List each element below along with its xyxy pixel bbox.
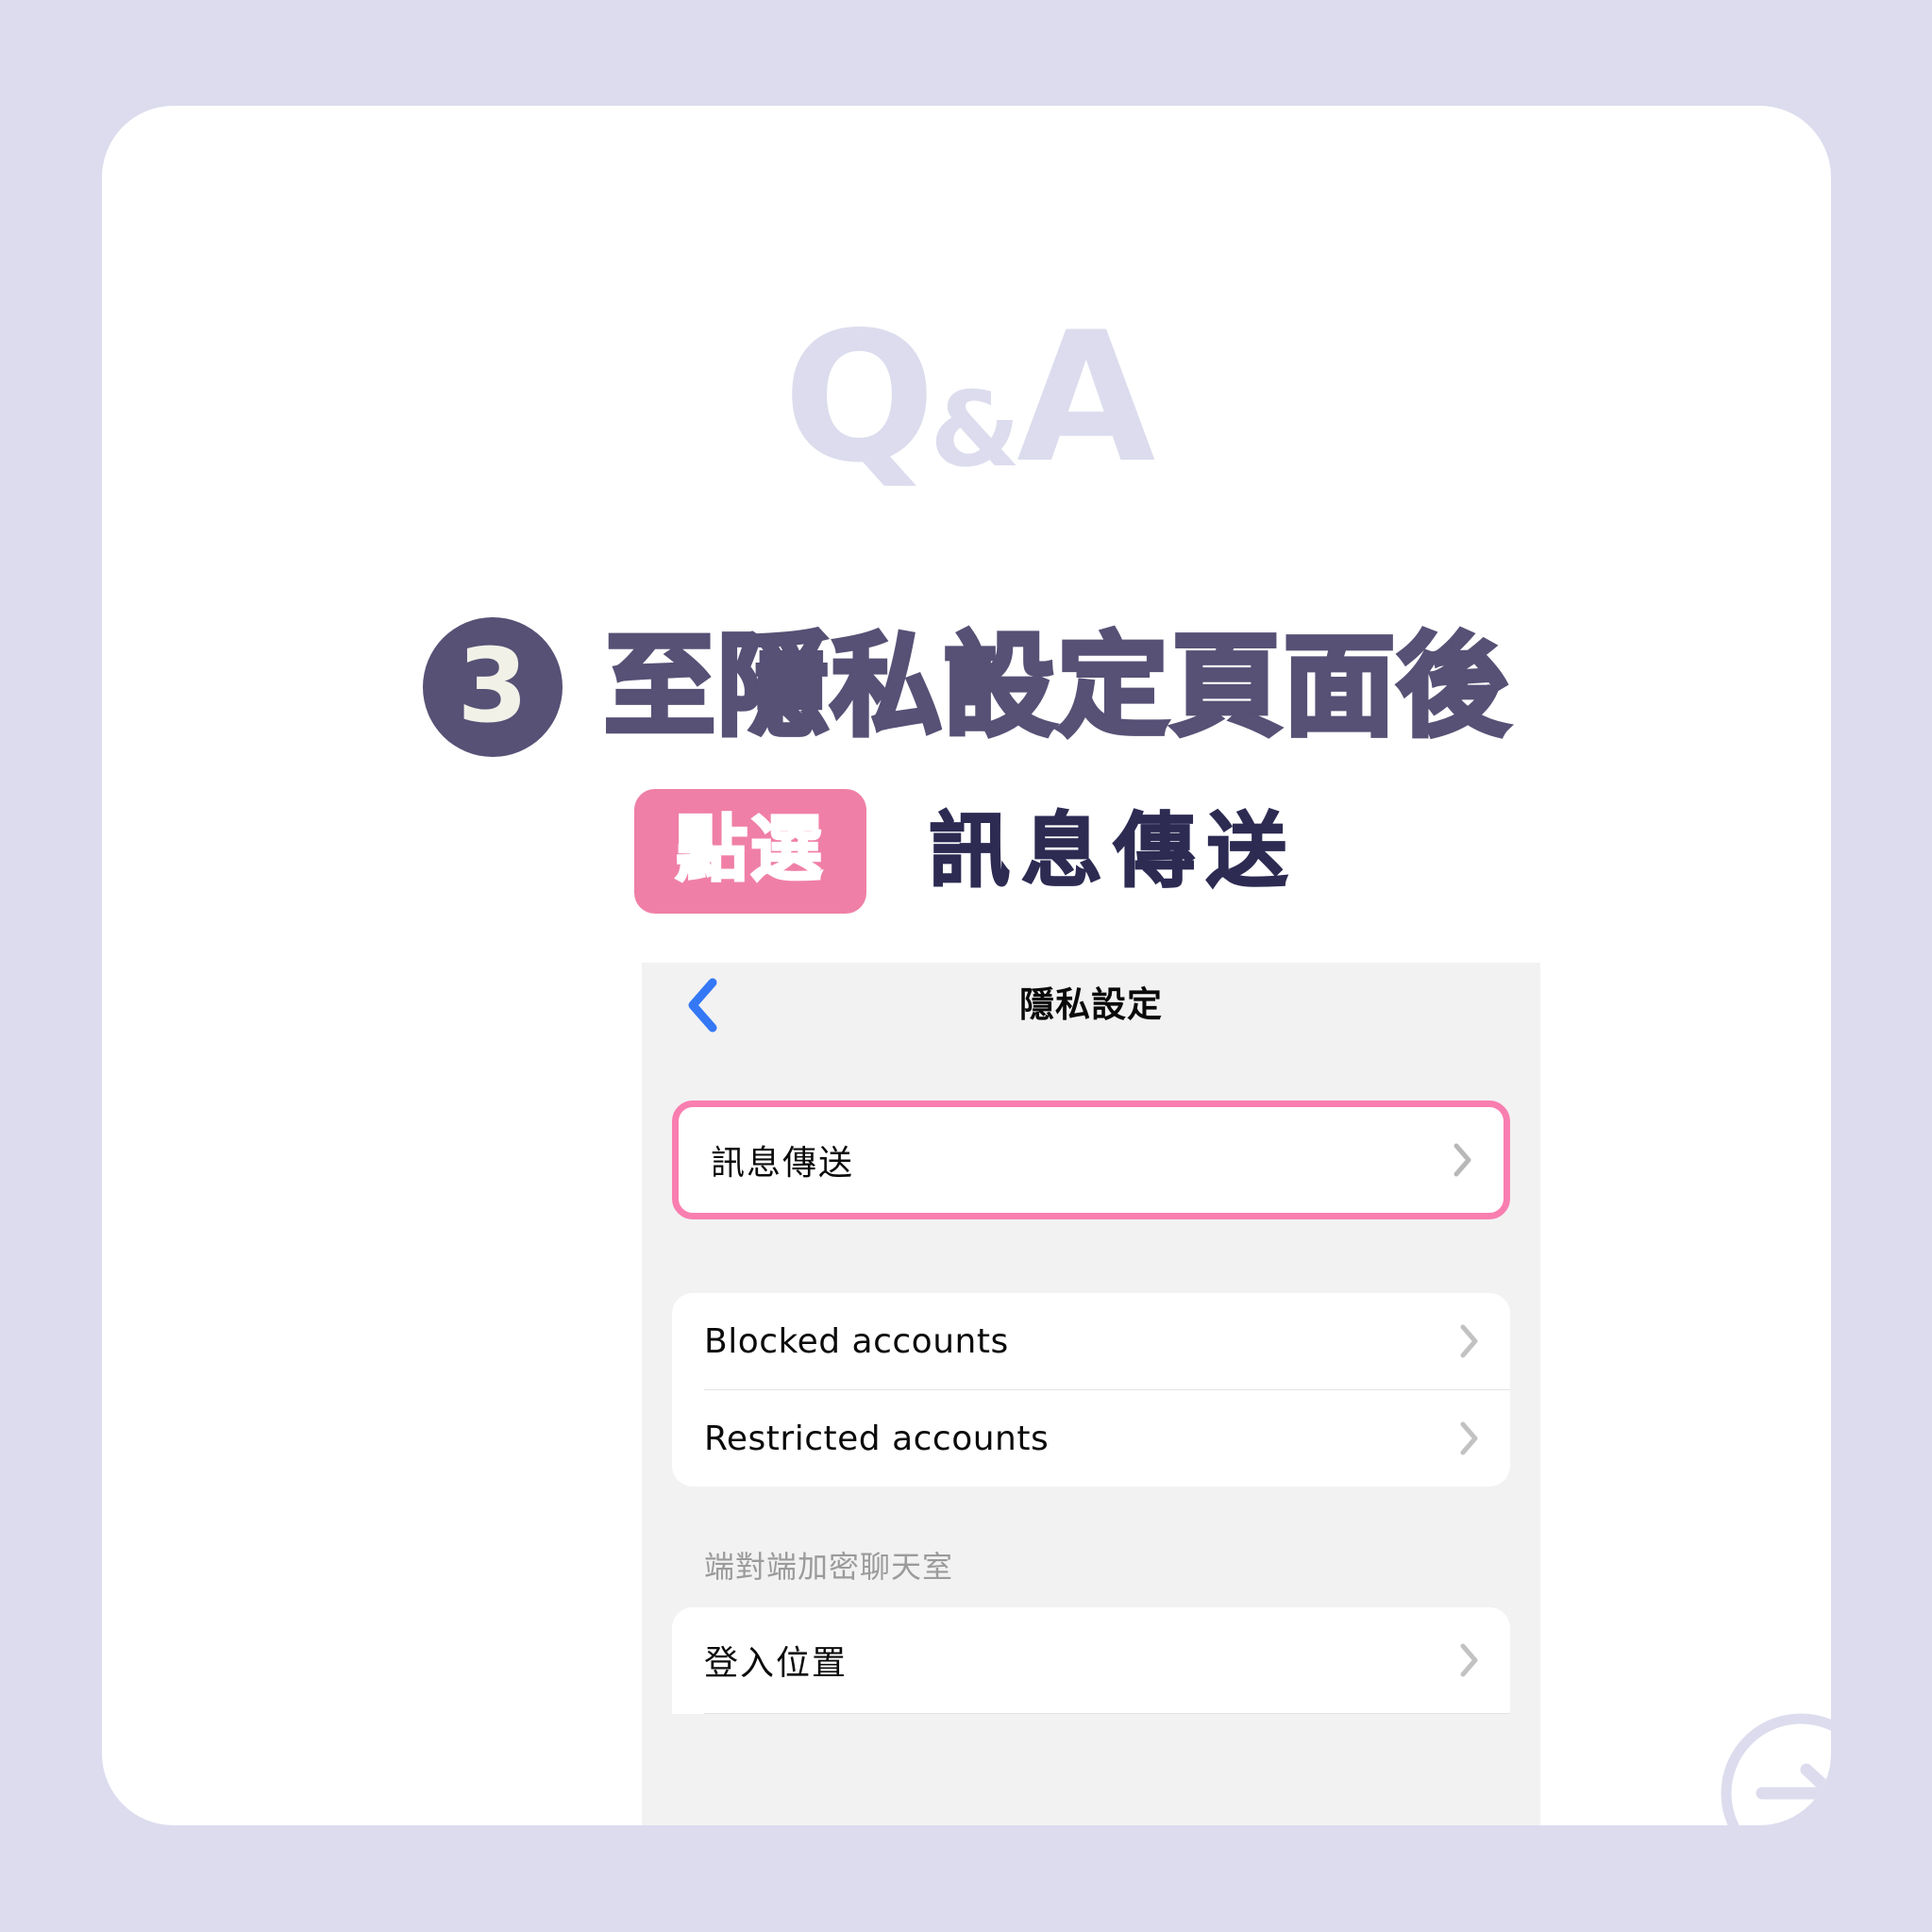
content-card: Q&A 3 至隱私設定頁面後 點選 訊息傳送 隱私設定 訊息傳送 Blocked… bbox=[102, 106, 1831, 1825]
sub-heading-label: 訊息傳送 bbox=[928, 804, 1299, 899]
action-pill-badge: 點選 bbox=[634, 789, 866, 914]
chevron-right-icon bbox=[1459, 1642, 1480, 1678]
chevron-right-icon bbox=[1459, 1420, 1480, 1456]
settings-row-blocked-accounts[interactable]: Blocked accounts bbox=[672, 1293, 1510, 1389]
next-slide-button[interactable] bbox=[1717, 1709, 1831, 1825]
sub-heading-row: 點選 訊息傳送 bbox=[102, 789, 1831, 914]
watermark-ampersand: & bbox=[930, 369, 1020, 490]
accounts-group: Blocked accounts Restricted accounts bbox=[672, 1293, 1510, 1487]
chevron-right-icon bbox=[1459, 1323, 1480, 1359]
phone-settings-list: 訊息傳送 Blocked accounts Restricted account… bbox=[642, 1100, 1540, 1714]
section-header-encrypted-chat: 端對端加密聊天室 bbox=[704, 1549, 954, 1585]
step-heading-row: 3 至隱私設定頁面後 bbox=[102, 617, 1831, 757]
watermark-a: A bbox=[1016, 294, 1155, 502]
highlighted-group: 訊息傳送 bbox=[672, 1100, 1510, 1219]
settings-row-label: 登入位置 bbox=[704, 1644, 848, 1683]
slide-root: Q&A 3 至隱私設定頁面後 點選 訊息傳送 隱私設定 訊息傳送 Blocked… bbox=[0, 0, 1932, 1932]
watermark-q: Q bbox=[782, 294, 936, 502]
settings-row-label: Restricted accounts bbox=[704, 1419, 1050, 1458]
chevron-right-icon bbox=[1453, 1142, 1473, 1178]
phone-navbar: 隱私設定 bbox=[642, 963, 1540, 1050]
encrypted-group: 登入位置 bbox=[672, 1607, 1510, 1714]
settings-row-label: Blocked accounts bbox=[704, 1321, 1009, 1361]
phone-navbar-title: 隱私設定 bbox=[1019, 984, 1163, 1025]
settings-row-messaging[interactable]: 訊息傳送 bbox=[679, 1107, 1504, 1213]
settings-row-login-location[interactable]: 登入位置 bbox=[672, 1607, 1510, 1713]
step-number-badge: 3 bbox=[422, 617, 563, 757]
qa-watermark: Q&A bbox=[102, 309, 1831, 488]
phone-screenshot: 隱私設定 訊息傳送 Blocked accounts Restricted ac… bbox=[642, 963, 1540, 1825]
settings-row-restricted-accounts[interactable]: Restricted accounts bbox=[672, 1390, 1510, 1487]
page-title: 至隱私設定頁面後 bbox=[601, 621, 1510, 752]
list-divider bbox=[704, 1713, 1510, 1714]
settings-row-label: 訊息傳送 bbox=[711, 1144, 855, 1183]
